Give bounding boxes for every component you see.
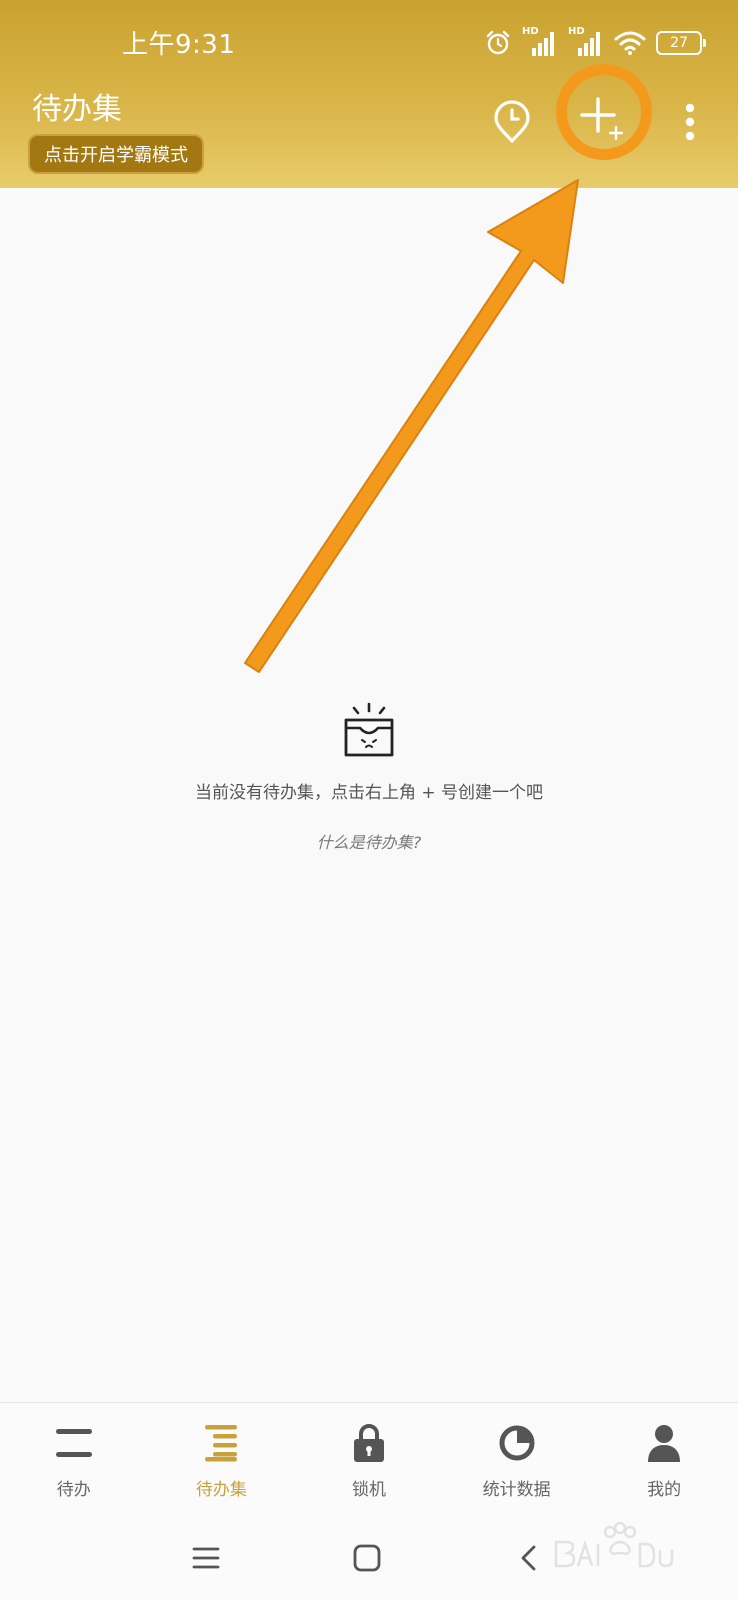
menu-icon (192, 1546, 220, 1574)
system-menu-button[interactable] (186, 1544, 226, 1576)
nav-label-todo: 待办 (56, 1480, 91, 1500)
empty-state: 当前没有待办集，点击右上角 + 号创建一个吧 什么是待办集? (0, 700, 738, 853)
status-bar: 上午9:31 HD HD 27 (0, 0, 738, 80)
clock-button[interactable] (486, 98, 538, 150)
add-icon (578, 95, 624, 145)
study-mode-button[interactable]: 点击开启学霸模式 (28, 134, 204, 174)
home-icon (353, 1544, 381, 1576)
todo-icon (52, 1421, 96, 1465)
more-button[interactable] (664, 98, 716, 150)
battery-indicator: 27 (656, 31, 706, 55)
clock-icon (492, 100, 532, 148)
what-is-collection-link[interactable]: 什么是待办集? (0, 829, 738, 853)
empty-inbox-icon (0, 700, 738, 758)
add-button[interactable] (575, 94, 627, 146)
nav-label-todo-collection: 待办集 (195, 1480, 247, 1500)
system-home-button[interactable] (347, 1544, 387, 1576)
alarm-icon (484, 29, 512, 57)
profile-icon (642, 1421, 686, 1465)
nav-item-stats[interactable]: 统计数据 (443, 1403, 591, 1519)
status-time: 上午9:31 (122, 30, 236, 60)
nav-label-lock: 锁机 (351, 1480, 386, 1500)
more-icon (684, 102, 696, 146)
nav-item-profile[interactable]: 我的 (590, 1403, 738, 1519)
page-title: 待办集 (32, 92, 122, 127)
bottom-nav: 待办 待办集 锁机 统计数据 我的 (0, 1402, 738, 1519)
nav-label-profile: 我的 (647, 1480, 682, 1500)
nav-item-lock[interactable]: 锁机 (295, 1403, 443, 1519)
status-icons: HD HD 27 (484, 26, 706, 60)
todo-collection-icon (199, 1421, 243, 1465)
back-icon (518, 1544, 538, 1576)
nav-item-todo[interactable]: 待办 (0, 1403, 148, 1519)
app-header: 上午9:31 HD HD 27 待办集 点击开启学霸模式 (0, 0, 738, 188)
signal-1-icon: HD (522, 26, 558, 58)
wifi-icon (614, 30, 646, 56)
nav-label-stats: 统计数据 (482, 1480, 551, 1500)
system-nav-bar (0, 1518, 738, 1600)
signal-2-icon: HD (568, 26, 604, 58)
system-back-button[interactable] (508, 1544, 548, 1576)
empty-message: 当前没有待办集，点击右上角 + 号创建一个吧 (194, 783, 544, 803)
nav-item-todo-collection[interactable]: 待办集 (148, 1403, 296, 1519)
stats-icon (495, 1421, 539, 1465)
lock-icon (347, 1421, 391, 1465)
